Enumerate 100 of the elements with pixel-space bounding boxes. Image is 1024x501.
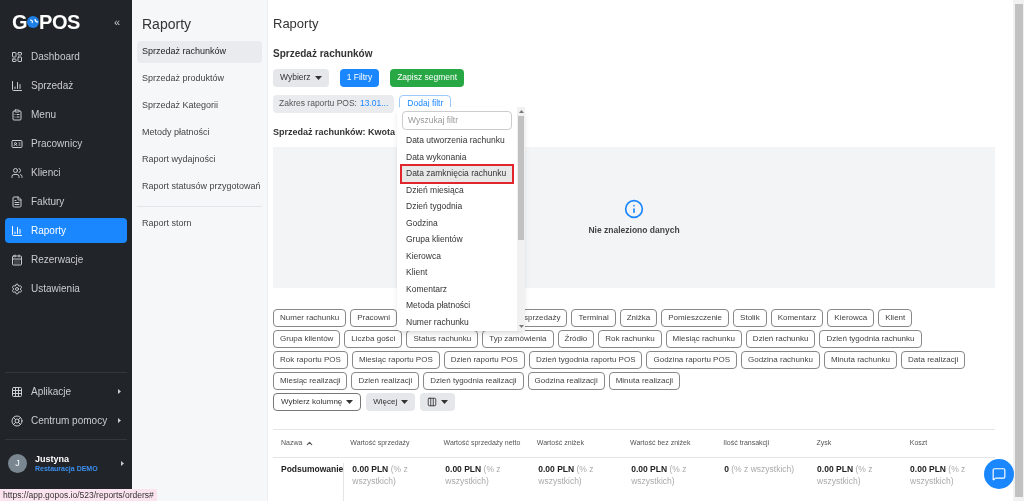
submenu-item[interactable]: Sprzedaż produktów [137, 68, 262, 90]
columns-button[interactable] [420, 393, 456, 411]
column-chip[interactable]: Komentarz [770, 309, 824, 327]
column-chip[interactable]: Źródło [557, 330, 595, 348]
column-chip[interactable]: Miesiąc realizacji [273, 372, 348, 390]
sidebar-item[interactable]: Sprzedaż [5, 73, 127, 98]
filter-option[interactable]: Klient [402, 264, 512, 281]
scrollbar[interactable] [517, 106, 525, 331]
column-chip[interactable]: Miesiąc rachunku [665, 330, 742, 348]
toolbar-button[interactable]: Wybierz kolumnę [273, 393, 362, 411]
filter-option[interactable]: Metoda płatności [402, 297, 512, 314]
collapse-button[interactable]: « [113, 13, 120, 31]
toolbar-button[interactable]: Więcej [366, 393, 416, 411]
document-icon [11, 195, 23, 208]
clipboard-icon [11, 108, 23, 121]
sidebar-item[interactable]: Dashboard [5, 44, 127, 69]
info-icon [624, 198, 644, 219]
column-chip[interactable]: Kierowca [827, 309, 875, 327]
dashboard-icon [11, 50, 23, 63]
filter-option[interactable]: Komentarz [402, 281, 512, 298]
submenu-item[interactable]: Sprzedaż Kategorii [137, 95, 262, 117]
grid-icon [11, 385, 23, 398]
filter-option[interactable]: Dzień miesiąca [402, 182, 512, 199]
column-chip[interactable]: Data realizacji [901, 351, 966, 369]
sidebar-item[interactable]: Klienci [5, 160, 127, 185]
column-chip[interactable]: Zniżka [619, 309, 658, 327]
sort-up-icon [305, 439, 315, 448]
submenu-title: Raporty [141, 15, 193, 34]
column-chip[interactable]: Godzina rachunku [740, 351, 820, 369]
columns-icon [427, 397, 438, 407]
range-chip[interactable]: Zakres raportu POS: 13.01... [273, 94, 395, 113]
column-chip[interactable]: Dzień realizacji [351, 372, 420, 390]
filter-option[interactable]: Grupa klientów [402, 231, 512, 248]
column-chip[interactable]: Rok raportu POS [273, 351, 348, 369]
column-chip[interactable]: Miesiąc raportu POS [351, 351, 440, 369]
column-chip[interactable]: Typ zamówienia [482, 330, 554, 348]
search-field[interactable]: Wyszukaj filtr [402, 110, 512, 130]
logo[interactable]: G POS [12, 7, 80, 37]
column-chip[interactable]: Pracowni [350, 309, 398, 327]
table-cell-text: 0.00 PLN (% z wszystkich) [630, 463, 688, 488]
table-cell-text: 0.00 PLN (% z wszystkich) [909, 463, 967, 488]
caret-icon [118, 389, 121, 394]
caret-icon [118, 418, 121, 423]
column-chip[interactable]: Dzień tygodnia rachunku [819, 330, 922, 348]
column-chip[interactable]: Dzień raportu POS [443, 351, 525, 369]
calendar-icon [11, 253, 23, 266]
sidebar-item[interactable]: Faktury [5, 189, 127, 214]
column-chip[interactable]: Terminal [571, 309, 616, 327]
toolbar-button[interactable]: Wybierz [273, 68, 329, 87]
sidebar-item[interactable]: Pracownicy [5, 131, 127, 156]
chat-button[interactable] [984, 459, 1014, 489]
column-chip[interactable]: Minuta realizacji [608, 372, 681, 390]
page-scrollbar[interactable] [1013, 0, 1024, 501]
column-chip[interactable]: Dzień rachunku [745, 330, 816, 348]
submenu-item[interactable]: Metody płatności [137, 122, 262, 144]
toolbar-button[interactable]: 1 Filtry [339, 68, 380, 87]
column-chip[interactable]: Minuta rachunku [823, 351, 898, 369]
id-card-icon [11, 137, 23, 150]
caret-icon [346, 400, 354, 404]
page-title: Raporty [273, 15, 320, 33]
filter-option[interactable]: Numer rachunku [402, 314, 512, 331]
filter-option[interactable]: Kierowca [402, 248, 512, 265]
column-chip[interactable]: Godzina raportu POS [646, 351, 737, 369]
column-chip[interactable]: Klient [878, 309, 913, 327]
submenu-item[interactable]: Raport wydajności [137, 149, 262, 171]
column-chip[interactable]: Stolik [733, 309, 767, 327]
filter-option[interactable]: Data utworzenia rachunku [402, 132, 512, 149]
filter-option[interactable]: Data zamknięcia rachunku [402, 165, 512, 182]
column-chip[interactable]: Grupa klientów [273, 330, 341, 348]
globe-icon [27, 16, 40, 28]
settings-icon [11, 282, 23, 295]
column-chip[interactable]: Numer rachunku [273, 309, 347, 327]
submenu-item[interactable]: Raport storn [137, 213, 262, 235]
range-label: Zakres raportu POS: [279, 97, 357, 110]
sidebar-item[interactable]: Rezerwacje [5, 247, 127, 272]
users-icon [11, 166, 23, 179]
sidebar-item[interactable]: Ustawienia [5, 276, 127, 301]
column-chip[interactable]: Godzina realizacji [527, 372, 605, 390]
caret-icon [401, 400, 409, 404]
column-chip[interactable]: Rok rachunku [598, 330, 662, 348]
submenu-item[interactable]: Raport statusów przygotowań [137, 176, 262, 198]
sidebar-item[interactable]: Centrum pomocy [5, 408, 127, 433]
lifebuoy-icon [11, 414, 23, 427]
table-cell-text: 0.00 PLN (% z wszystkich) [444, 463, 502, 488]
filter-option[interactable]: Godzina [402, 215, 512, 232]
filter-option[interactable]: Data wykonania [402, 149, 512, 166]
column-chip[interactable]: Pomieszczenie [661, 309, 730, 327]
table-cell-text: 0.00 PLN (% z wszystkich) [816, 463, 874, 488]
column-chip[interactable]: Dzień tygodnia realizacji [423, 372, 524, 390]
submenu-item[interactable]: Sprzedaż rachunków [137, 41, 262, 63]
range-value: 13.01... [359, 97, 389, 110]
column-chip[interactable]: Dzień tygodnia raportu POS [528, 351, 643, 369]
report-title: Sprzedaż rachunków [273, 46, 374, 61]
filter-option[interactable]: Dzień tygodnia [402, 198, 512, 215]
column-chip[interactable]: Liczba gości [344, 330, 403, 348]
avatar[interactable]: J [8, 454, 27, 473]
caret-icon [121, 461, 124, 466]
sidebar-item[interactable]: Aplikacje [5, 379, 127, 404]
sidebar-item[interactable]: Menu [5, 102, 127, 127]
sidebar-item[interactable]: Raporty [5, 218, 127, 243]
